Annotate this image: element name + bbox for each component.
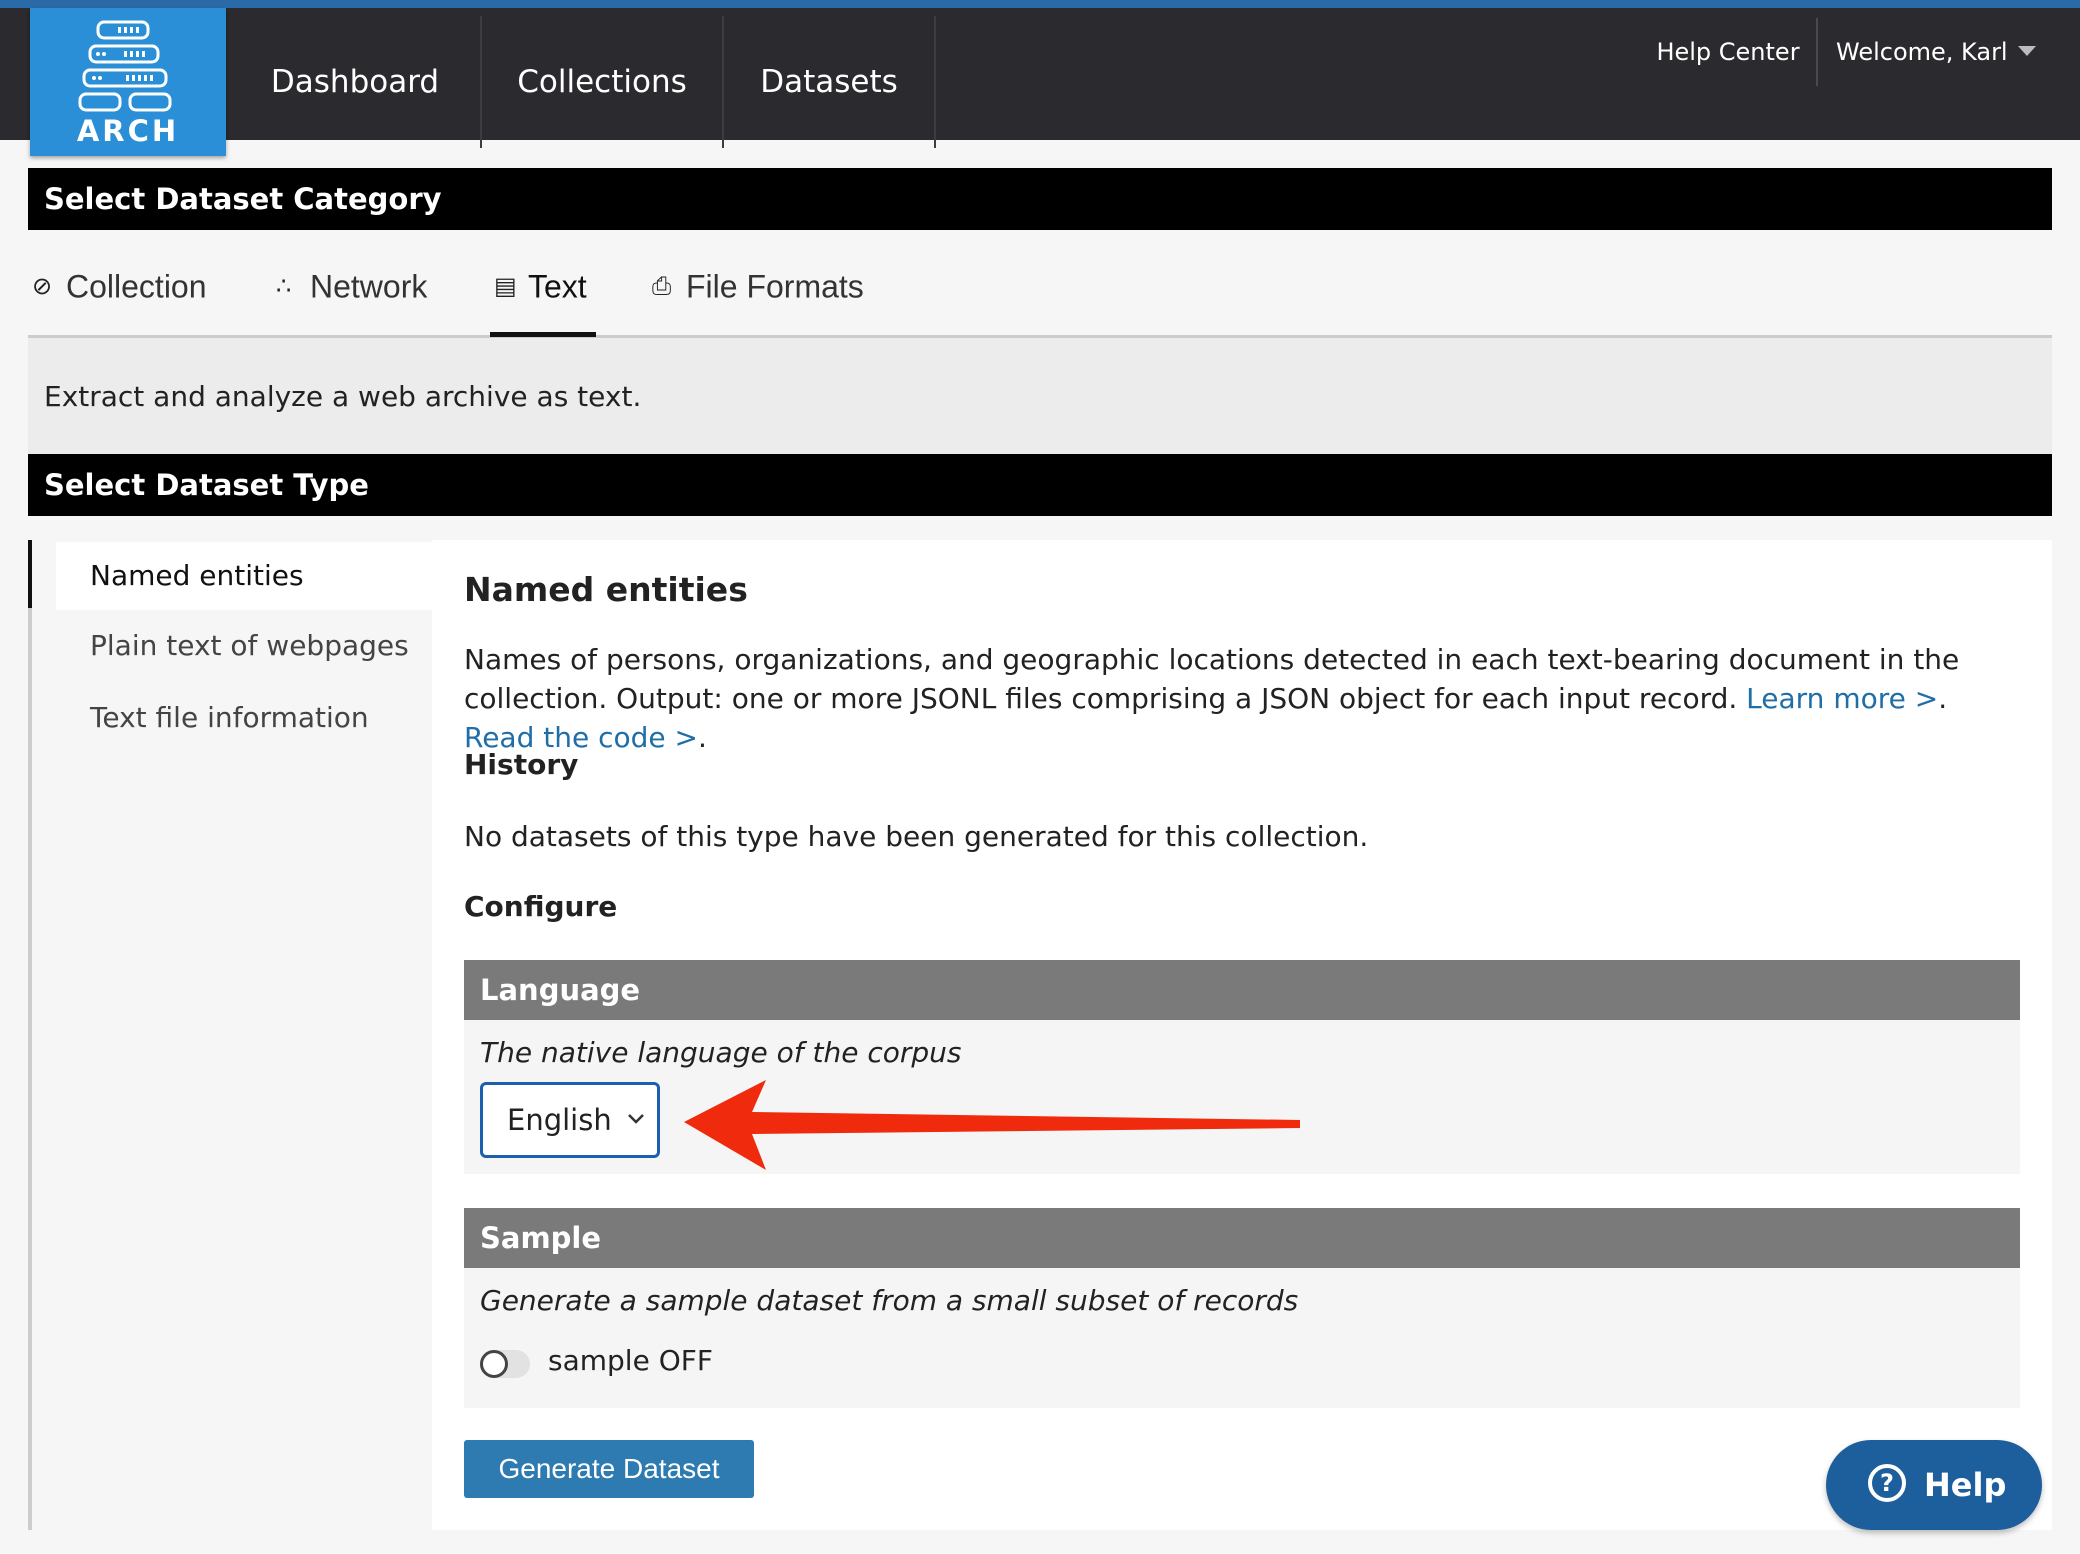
separator: . [1938,682,1948,715]
category-tabs: ⊘ Collection ∴ Network ▤ Text ⎙ File Formats [28,232,2052,338]
annotation-arrow-icon [684,1080,1300,1170]
text-document-icon: ▤ [494,272,517,300]
type-header: Select Dataset Type [28,454,2052,516]
nav-dashboard[interactable]: Dashboard [230,16,482,148]
tab-network[interactable]: ∴ Network [276,232,427,336]
category-description: Extract and analyze a web archive as tex… [28,338,2052,454]
dataset-detail-pane: Named entities Names of persons, organiz… [432,540,2052,1530]
sample-description: Generate a sample dataset from a small s… [480,1284,1299,1317]
end-period: . [698,721,707,754]
caret-down-icon[interactable] [2018,46,2036,56]
toggle-knob [480,1350,508,1378]
type-item-plain-text[interactable]: Plain text of webpages [56,612,464,680]
dataset-type-list: Named entities Plain text of webpages Te… [28,540,464,1530]
language-heading: Language [464,960,2020,1020]
language-description: The native language of the corpus [480,1036,962,1069]
history-text: No datasets of this type have been gener… [464,820,1369,853]
history-heading: History [464,748,579,781]
user-menu[interactable]: Welcome, Karl [1836,18,2008,86]
sample-toggle[interactable] [480,1350,530,1378]
sample-toggle-label: sample OFF [548,1344,713,1377]
collection-icon: ⊘ [32,272,53,300]
help-label: Help [1924,1466,2007,1504]
description-text: Names of persons, organizations, and geo… [464,643,1960,715]
tab-label: Text [528,268,587,305]
tab-label: File Formats [686,268,864,305]
arch-logo[interactable]: ARCH [30,8,226,156]
question-circle-icon: ? [1868,1464,1906,1502]
learn-more-link[interactable]: Learn more > [1746,682,1938,715]
active-tab-indicator [490,332,596,337]
nav-datasets[interactable]: Datasets [724,16,936,148]
tab-label: Network [310,268,428,305]
type-item-named-entities[interactable]: Named entities [56,542,464,610]
top-navigation-bar: ARCH Dashboard Collections Datasets Help… [0,0,2080,156]
tab-label: Collection [66,268,207,305]
active-type-indicator [28,540,32,608]
tab-file-formats[interactable]: ⎙ File Formats [652,232,864,336]
type-item-text-file-info[interactable]: Text file information [56,684,464,752]
configure-heading: Configure [464,890,618,923]
language-selected-value: English [507,1103,612,1137]
network-icon: ∴ [276,272,292,300]
sample-panel: Sample Generate a sample dataset from a … [464,1208,2020,1408]
tab-text[interactable]: ▤ Text [494,232,587,336]
sample-heading: Sample [464,1208,2020,1268]
logo-text: ARCH [76,114,180,148]
file-formats-icon: ⎙ [652,272,672,300]
tab-collection[interactable]: ⊘ Collection [32,232,207,336]
generate-dataset-button[interactable]: Generate Dataset [464,1440,754,1498]
nav-collections[interactable]: Collections [482,16,724,148]
chevron-down-icon [628,1114,644,1124]
category-header: Select Dataset Category [28,168,2052,230]
language-select[interactable]: English [480,1082,660,1158]
help-center-link[interactable]: Help Center [1640,18,1818,86]
detail-description: Names of persons, organizations, and geo… [464,640,2024,757]
server-stack-icon [78,20,172,112]
help-button[interactable]: ? Help [1826,1440,2042,1530]
detail-title: Named entities [464,570,748,609]
